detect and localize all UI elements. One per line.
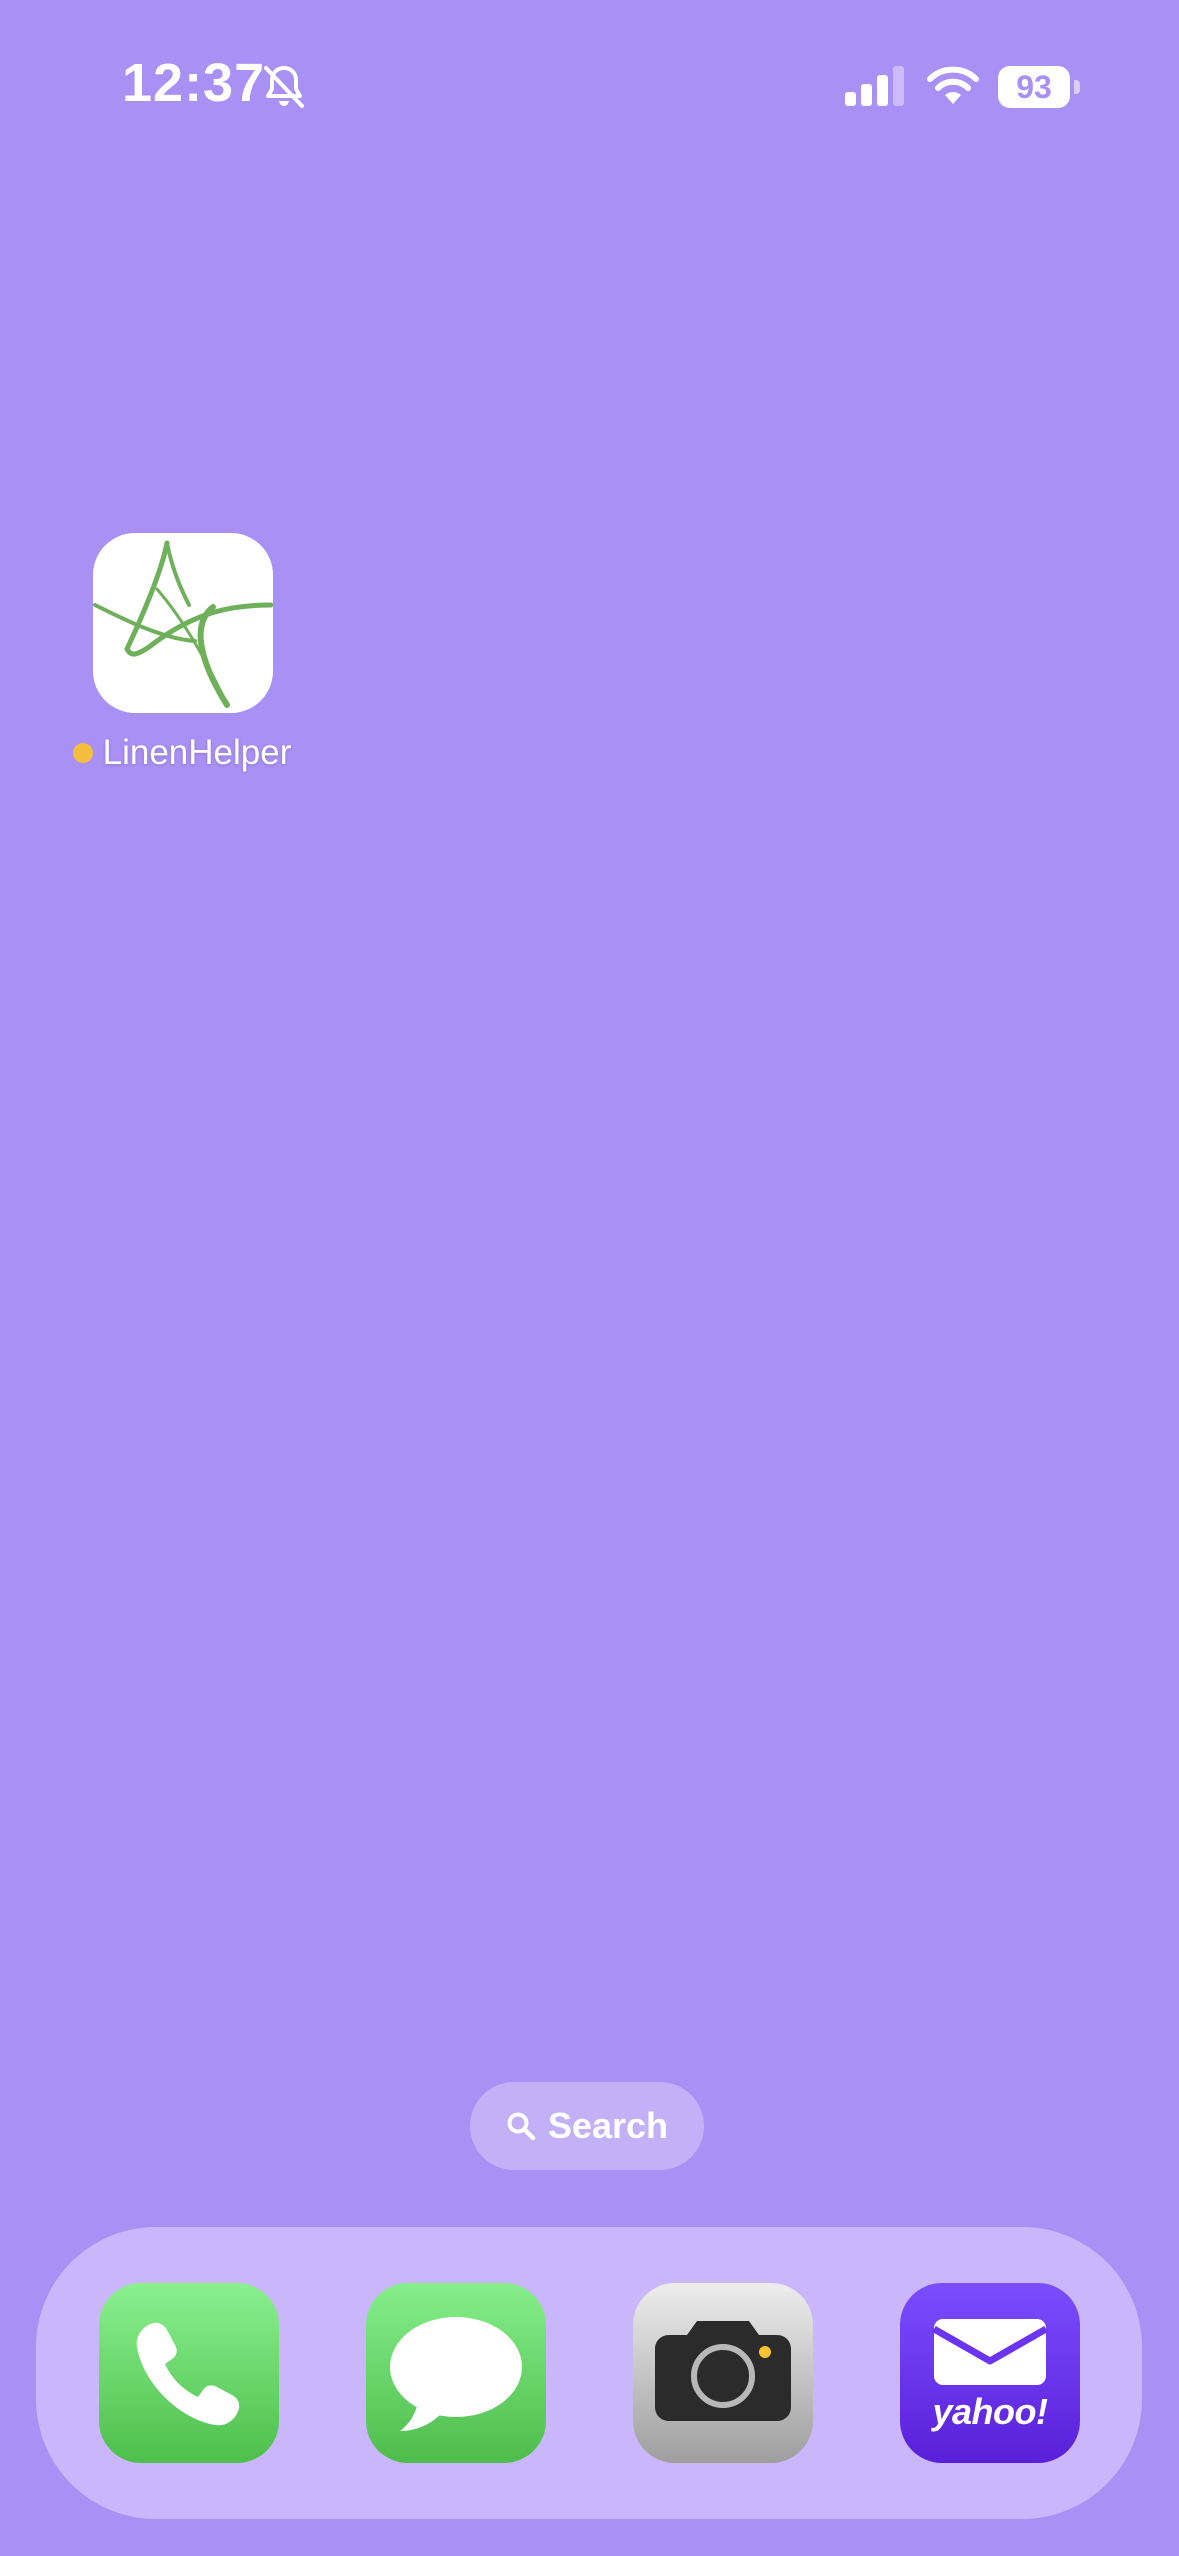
search-label: Search — [547, 2105, 669, 2146]
status-bar: 12:37 93 — [0, 0, 1179, 180]
new-app-dot — [72, 743, 93, 763]
dock-messages-app[interactable] — [366, 2283, 546, 2463]
phone-icon — [136, 2322, 240, 2426]
linenhelper-star-icon[interactable] — [93, 533, 273, 713]
camera-icon — [655, 2321, 791, 2421]
status-time: 12:37 — [122, 53, 266, 113]
app-label: LinenHelper — [52, 730, 312, 776]
battery-level: 93 — [998, 66, 1070, 108]
app-label-text: LinenHelper — [102, 733, 292, 772]
yahoo-wordmark: yahoo! — [932, 2391, 1048, 2432]
dock-phone-app[interactable] — [99, 2283, 279, 2463]
wifi-icon — [927, 66, 979, 104]
yahoo-mail-icon — [932, 2319, 1048, 2385]
dock: yahoo! — [36, 2227, 1142, 2519]
search-icon — [507, 2112, 536, 2141]
battery-cap — [1074, 80, 1080, 94]
cellular-signal-icon — [845, 66, 904, 106]
messages-icon — [390, 2317, 522, 2431]
dock-yahoo-mail-app[interactable]: yahoo! — [900, 2283, 1080, 2463]
bell-slash-icon — [264, 66, 304, 108]
search-button[interactable]: Search — [470, 2082, 704, 2170]
battery-indicator: 93 — [998, 66, 1080, 108]
dock-camera-app[interactable] — [633, 2283, 813, 2463]
